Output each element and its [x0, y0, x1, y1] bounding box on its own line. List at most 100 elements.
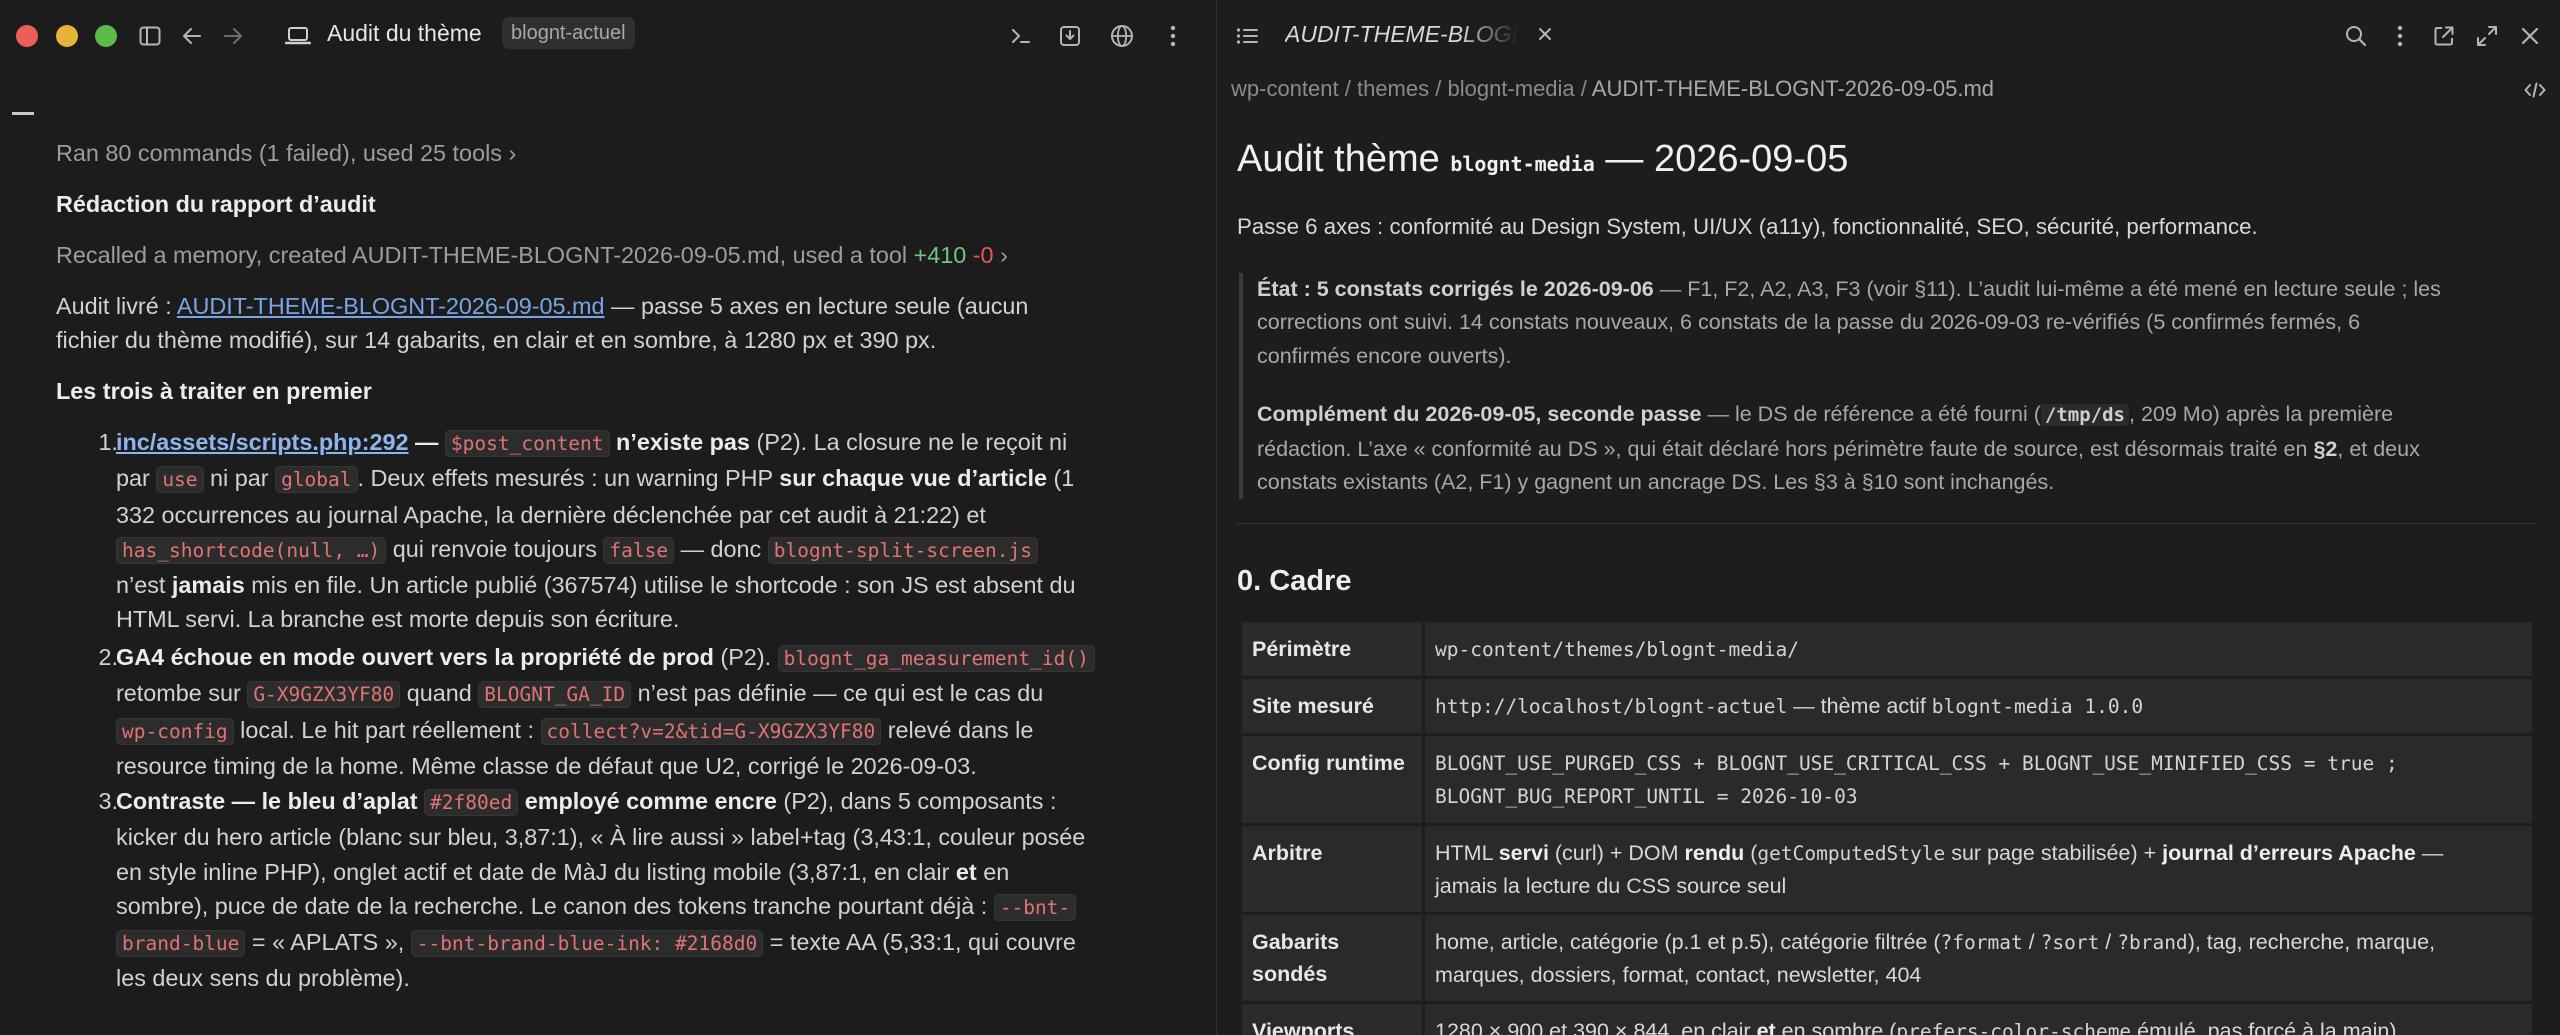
table-row: Gabarits sondés home, article, catégorie … [1242, 915, 2532, 1001]
text: employé comme encre [518, 788, 777, 814]
text: retombe sur [116, 680, 248, 707]
table-key: Site mesuré [1242, 679, 1422, 733]
forward-arrow-icon[interactable] [215, 18, 251, 54]
title-text: — 2026-09-05 [1594, 138, 1849, 180]
diff-plus: +410 [913, 242, 967, 268]
delivered-prefix: Audit livré : [56, 293, 177, 319]
text: sombre), puce de date de la recherche. L… [116, 892, 994, 919]
breadcrumb-separator: / [1429, 76, 1448, 101]
section-drafting: Rédaction du rapport d’audit [56, 191, 376, 217]
open-external-icon[interactable] [2426, 18, 2462, 54]
text: qui renvoie toujours [386, 535, 604, 562]
expand-icon[interactable] [2469, 18, 2505, 54]
table-row: Périmètre wp-content/themes/blognt-media… [1242, 622, 2532, 676]
text: n’existe pas [609, 429, 750, 455]
recall-summary-row[interactable]: Recalled a memory, created AUDIT-THEME-B… [56, 238, 1008, 272]
text: 332 occurrences au journal Apache, la de… [116, 501, 986, 528]
inline-code: #2f80ed [424, 789, 519, 816]
document-pane: AUDIT-THEME-BLOGNT-2026-09-05.md wp-cont… [1217, 0, 2560, 1035]
table-key: Viewports [1242, 1004, 1422, 1035]
table-value: wp-content/themes/blognt-media/ [1425, 622, 2532, 676]
text: — donc [674, 535, 768, 562]
cell-text: jamais la lecture du CSS source seul [1435, 874, 1787, 898]
text: (P2). [713, 644, 778, 670]
window-zoom-button[interactable] [95, 25, 117, 47]
globe-icon[interactable] [1104, 18, 1140, 54]
cell-text: home, article, catégorie (p.1 et p.5), c… [1435, 930, 1941, 954]
key-line: Gabarits [1252, 930, 1340, 954]
quote-code: /tmp/ds [2040, 404, 2129, 427]
report-link[interactable]: AUDIT-THEME-BLOGNT-2026-09-05.md [177, 293, 605, 319]
text: (P2), dans 5 composants : [776, 788, 1057, 814]
thread-title: Audit du thème [327, 20, 482, 46]
quote-text: — F1, F2, A2, A3, F3 (voir §11). L’audit… [1653, 277, 2441, 301]
title-text: Audit thème [1237, 138, 1451, 180]
text: local. Le hit part réellement : [233, 716, 541, 743]
branch-badge[interactable]: blognt-actuel [502, 17, 635, 49]
table-key: Périmètre [1242, 622, 1422, 676]
inline-code: --bnt- [993, 893, 1077, 921]
terminal-icon[interactable] [1003, 18, 1039, 54]
cell-code: wp-content/themes/blognt-media/ [1435, 638, 1799, 661]
window-close-button[interactable] [16, 25, 38, 47]
cell-text: marques, dossiers, format, contact, news… [1435, 963, 1922, 987]
cell-bold: journal d’erreurs Apache [2162, 841, 2416, 865]
title-bar: Audit du thème blognt-actuel [0, 0, 1216, 68]
tab-audit-report[interactable]: AUDIT-THEME-BLOGNT-2026-09-05.md [1217, 0, 1570, 68]
quote-bold: État : 5 constats corrigés le 2026-09-06 [1257, 277, 1654, 301]
search-icon[interactable] [2338, 18, 2374, 54]
text: n’est [116, 572, 172, 599]
download-box-icon[interactable] [1052, 18, 1088, 54]
text: HTML servi. La branche est morte depuis … [116, 606, 680, 633]
breadcrumb-item[interactable]: wp-content [1231, 76, 1339, 101]
divider-line [1237, 523, 2537, 524]
text: quand [400, 680, 479, 707]
more-vertical-icon[interactable] [2382, 18, 2418, 54]
text: — [408, 429, 445, 455]
text: relevé dans le [881, 716, 1034, 743]
inline-code: brand-blue [116, 930, 246, 958]
text: en [976, 858, 1010, 885]
cell-text: ( [1744, 841, 1758, 865]
sidebar-toggle-icon[interactable] [132, 18, 168, 54]
quote-bold: Complément du 2026-09-05, seconde passe [1257, 402, 1702, 427]
cell-code: ?sort [2040, 931, 2100, 954]
source-link[interactable]: inc/assets/scripts.php:292 [116, 429, 409, 455]
key-line: sondés [1252, 962, 1328, 986]
table-value: BLOGNT_USE_PURGED_CSS + BLOGNT_USE_CRITI… [1425, 736, 2532, 823]
cell-code: BLOGNT_BUG_REPORT_UNTIL = 2026-10-03 [1435, 785, 1858, 808]
text: sur chaque vue d’article [779, 465, 1047, 492]
quote-text: confirmés encore ouverts). [1257, 343, 1512, 368]
inline-code: global [275, 466, 358, 494]
cell-text: sur page stabilisée) + [1945, 841, 2163, 865]
inline-code: blognt-split-screen.js [767, 536, 1039, 564]
table-key: Config runtime [1242, 736, 1422, 823]
breadcrumb-item[interactable]: themes [1357, 76, 1429, 101]
table-value: HTML servi (curl) + DOM rendu (getComput… [1425, 826, 2532, 912]
list-number: 3. [98, 788, 118, 814]
inline-code: BLOGNT_GA_ID [478, 681, 632, 709]
cell-code: getComputedStyle [1757, 842, 1946, 865]
list-number: 2. [98, 644, 118, 670]
cell-text: — thème actif [1787, 694, 1932, 718]
text: les deux sens du problème). [116, 965, 410, 992]
tab-fade [1459, 14, 1519, 54]
code-icon[interactable] [2517, 72, 2553, 108]
inline-code: --bnt-brand-blue-ink: #2168d0 [410, 930, 764, 958]
window-minimize-button[interactable] [56, 25, 78, 47]
back-arrow-icon[interactable] [174, 18, 210, 54]
ran-summary-row[interactable]: Ran 80 commands (1 failed), used 25 tool… [56, 136, 516, 170]
close-icon[interactable] [1529, 16, 1561, 52]
close-icon[interactable] [2512, 18, 2548, 54]
text: = texte AA (5,33:1, qui couvre [763, 929, 1076, 956]
quote-text: , et deux [2337, 436, 2420, 461]
breadcrumb-item[interactable]: blognt-media [1447, 76, 1574, 101]
quote-text: corrections ont suivi. 14 constats nouve… [1257, 310, 2361, 335]
cell-text: en sombre ( [1775, 1019, 1897, 1035]
more-vertical-icon[interactable] [1155, 18, 1191, 54]
inline-code: collect?v=2&tid=G-X9GZX3YF80 [540, 717, 882, 745]
table-row: Config runtime BLOGNT_USE_PURGED_CSS + B… [1242, 736, 2532, 823]
cell-text: HTML [1435, 841, 1499, 865]
text: mis en file. Un article publié (367574) … [244, 572, 1076, 599]
cell-code: ?brand [2117, 931, 2188, 954]
